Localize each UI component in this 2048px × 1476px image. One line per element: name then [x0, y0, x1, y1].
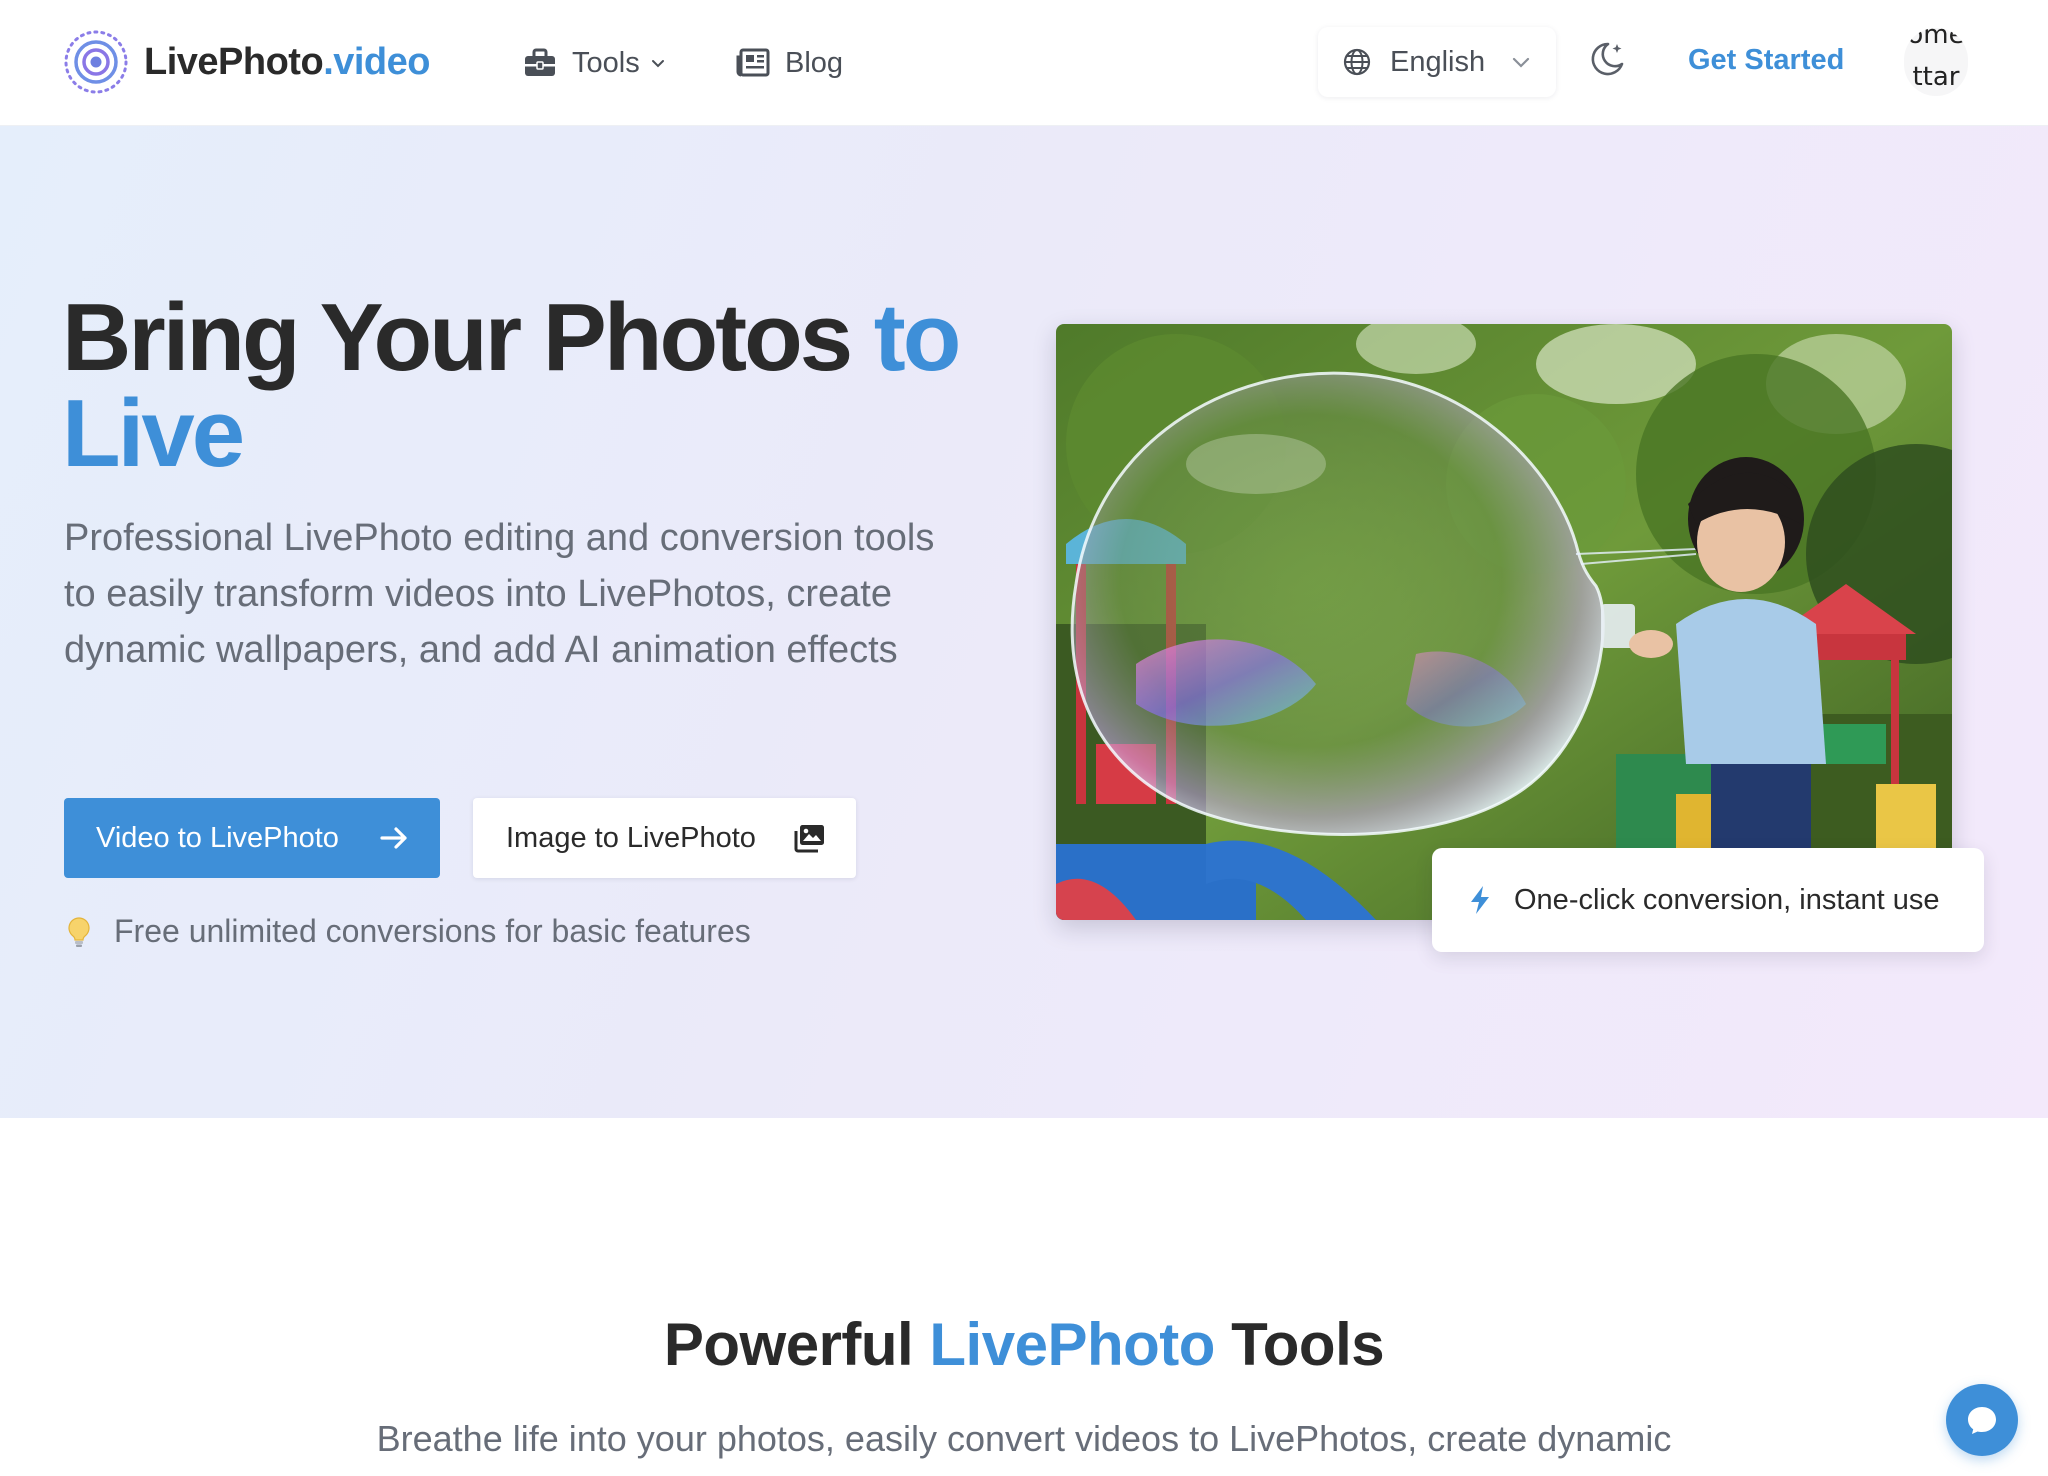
- lightbulb-icon: [68, 916, 90, 947]
- free-note-text: Free unlimited conversions for basic fea…: [114, 913, 751, 949]
- brand-logo-link[interactable]: LivePhoto.video: [62, 28, 430, 96]
- tools-title-accent: LivePhoto: [929, 1311, 1215, 1378]
- bubble-photo: [1056, 324, 1952, 920]
- nav-blog-label: Blog: [785, 46, 844, 79]
- images-icon: [794, 825, 824, 853]
- newspaper-icon: [735, 45, 771, 81]
- chevron-down-icon: [651, 60, 664, 68]
- moon-icon[interactable]: [1584, 38, 1628, 82]
- nav-tools-dropdown[interactable]: Tools: [522, 40, 668, 86]
- tools-section-subtitle: Breathe life into your photos, easily co…: [376, 1418, 1672, 1459]
- image-to-livephoto-label: Image to LivePhoto: [506, 821, 756, 854]
- language-select[interactable]: English: [1318, 27, 1556, 97]
- feature-badge-text: One-click conversion, instant use: [1514, 883, 1940, 916]
- hero-image: [1056, 324, 1952, 920]
- hero-subtitle: Professional LivePhoto editing and conve…: [64, 517, 935, 671]
- tools-title-part1: Powerful: [663, 1311, 930, 1378]
- chevron-down-icon: [1513, 57, 1530, 68]
- nav-blog-link[interactable]: Blog: [735, 40, 843, 86]
- globe-icon: [1343, 48, 1371, 76]
- avatar-text-top: ome: [1907, 28, 1965, 50]
- video-to-livephoto-button[interactable]: Video to LivePhoto: [64, 798, 440, 878]
- arrow-right-icon: [380, 827, 407, 849]
- toolbox-icon: [522, 45, 558, 81]
- brand-name-part1: LivePhoto: [144, 40, 324, 83]
- bolt-icon: [1471, 886, 1489, 914]
- avatar-text-bottom: ttar: [1912, 62, 1960, 92]
- tools-section-title: Powerful LivePhoto Tools: [0, 1310, 2048, 1379]
- video-to-livephoto-label: Video to LivePhoto: [96, 821, 339, 854]
- hero-title-main: Bring Your Photos: [62, 284, 874, 391]
- brand-name-part2: .video: [323, 40, 430, 83]
- logo-icon: [64, 30, 128, 94]
- hero-title-accent-2: Live: [62, 380, 245, 487]
- avatar[interactable]: ome ttar: [1904, 28, 1968, 96]
- image-to-livephoto-button[interactable]: Image to LivePhoto: [473, 798, 856, 878]
- hero-section: Bring Your Photos to Live Professional L…: [0, 126, 2048, 1118]
- free-note: Free unlimited conversions for basic fea…: [64, 913, 751, 950]
- hero-title: Bring Your Photos to Live: [62, 290, 1002, 482]
- language-label: English: [1390, 45, 1486, 78]
- chat-button[interactable]: [1946, 1384, 2018, 1456]
- get-started-button[interactable]: Get Started: [1688, 44, 1844, 77]
- chat-icon: [1968, 1407, 1996, 1434]
- feature-badge: One-click conversion, instant use: [1432, 848, 1984, 952]
- tools-title-part2: Tools: [1214, 1311, 1385, 1378]
- nav-tools-label: Tools: [572, 46, 640, 79]
- hero-title-accent-1: to: [873, 284, 962, 391]
- brand-name: LivePhoto.video: [144, 41, 430, 84]
- top-nav: LivePhoto.video Tools Blog English Get S…: [0, 0, 2048, 126]
